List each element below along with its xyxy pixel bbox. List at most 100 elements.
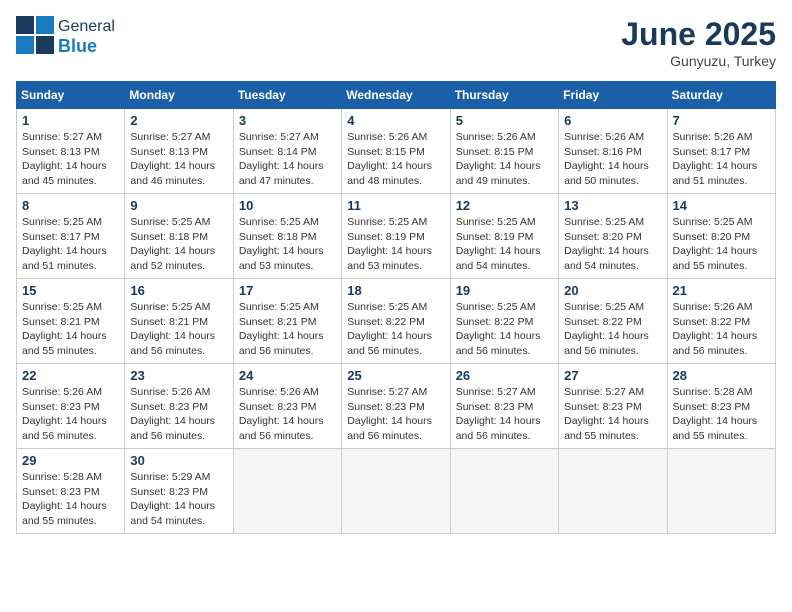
day-number-17: 17: [239, 283, 336, 298]
day-info-29: Sunrise: 5:28 AMSunset: 8:23 PMDaylight:…: [22, 470, 119, 529]
day-number-28: 28: [673, 368, 770, 383]
day-number-27: 27: [564, 368, 661, 383]
day-number-20: 20: [564, 283, 661, 298]
calendar-week-1: 1 Sunrise: 5:27 AMSunset: 8:13 PMDaylight…: [17, 109, 776, 194]
day-number-3: 3: [239, 113, 336, 128]
day-number-16: 16: [130, 283, 227, 298]
calendar-week-5: 29 Sunrise: 5:28 AMSunset: 8:23 PMDayligh…: [17, 449, 776, 534]
calendar-day-28: 28 Sunrise: 5:28 AMSunset: 8:23 PMDayligh…: [667, 364, 775, 449]
logo-icon: [16, 16, 54, 54]
calendar-day-27: 27 Sunrise: 5:27 AMSunset: 8:23 PMDayligh…: [559, 364, 667, 449]
day-number-18: 18: [347, 283, 444, 298]
day-info-9: Sunrise: 5:25 AMSunset: 8:18 PMDaylight:…: [130, 215, 227, 274]
calendar-day-13: 13 Sunrise: 5:25 AMSunset: 8:20 PMDayligh…: [559, 194, 667, 279]
calendar-table: Sunday Monday Tuesday Wednesday Thursday…: [16, 81, 776, 534]
calendar-day-22: 22 Sunrise: 5:26 AMSunset: 8:23 PMDayligh…: [17, 364, 125, 449]
calendar-week-4: 22 Sunrise: 5:26 AMSunset: 8:23 PMDayligh…: [17, 364, 776, 449]
day-number-11: 11: [347, 198, 444, 213]
day-info-30: Sunrise: 5:29 AMSunset: 8:23 PMDaylight:…: [130, 470, 227, 529]
logo-blue-text: Blue: [58, 36, 97, 56]
day-info-1: Sunrise: 5:27 AMSunset: 8:13 PMDaylight:…: [22, 130, 119, 189]
day-info-8: Sunrise: 5:25 AMSunset: 8:17 PMDaylight:…: [22, 215, 119, 274]
day-number-15: 15: [22, 283, 119, 298]
day-info-14: Sunrise: 5:25 AMSunset: 8:20 PMDaylight:…: [673, 215, 770, 274]
day-number-21: 21: [673, 283, 770, 298]
day-number-22: 22: [22, 368, 119, 383]
calendar-day-18: 18Sunrise: 5:25 AMSunset: 8:22 PMDayligh…: [342, 279, 450, 364]
day-number-7: 7: [673, 113, 770, 128]
calendar-day-8: 8Sunrise: 5:25 AMSunset: 8:17 PMDaylight…: [17, 194, 125, 279]
calendar-week-2: 8Sunrise: 5:25 AMSunset: 8:17 PMDaylight…: [17, 194, 776, 279]
day-number-14: 14: [673, 198, 770, 213]
day-number-9: 9: [130, 198, 227, 213]
day-info-24: Sunrise: 5:26 AMSunset: 8:23 PMDaylight:…: [239, 385, 336, 444]
calendar-day-6: 6 Sunrise: 5:26 AMSunset: 8:16 PMDaylight…: [559, 109, 667, 194]
calendar-empty-cell: [667, 449, 775, 534]
calendar-day-19: 19 Sunrise: 5:25 AMSunset: 8:22 PMDayligh…: [450, 279, 558, 364]
day-info-27: Sunrise: 5:27 AMSunset: 8:23 PMDaylight:…: [564, 385, 661, 444]
day-number-4: 4: [347, 113, 444, 128]
day-number-24: 24: [239, 368, 336, 383]
day-number-30: 30: [130, 453, 227, 468]
logo-general-text: General: [58, 18, 115, 35]
calendar-day-29: 29 Sunrise: 5:28 AMSunset: 8:23 PMDayligh…: [17, 449, 125, 534]
day-number-26: 26: [456, 368, 553, 383]
calendar-day-30: 30 Sunrise: 5:29 AMSunset: 8:23 PMDayligh…: [125, 449, 233, 534]
day-info-19: Sunrise: 5:25 AMSunset: 8:22 PMDaylight:…: [456, 300, 553, 359]
day-info-17: Sunrise: 5:25 AMSunset: 8:21 PMDaylight:…: [239, 300, 336, 359]
calendar-empty-cell: [342, 449, 450, 534]
day-info-5: Sunrise: 5:26 AMSunset: 8:15 PMDaylight:…: [456, 130, 553, 189]
calendar-day-11: 11 Sunrise: 5:25 AMSunset: 8:19 PMDayligh…: [342, 194, 450, 279]
day-info-16: Sunrise: 5:25 AMSunset: 8:21 PMDaylight:…: [130, 300, 227, 359]
day-info-13: Sunrise: 5:25 AMSunset: 8:20 PMDaylight:…: [564, 215, 661, 274]
day-info-25: Sunrise: 5:27 AMSunset: 8:23 PMDaylight:…: [347, 385, 444, 444]
day-number-19: 19: [456, 283, 553, 298]
day-info-6: Sunrise: 5:26 AMSunset: 8:16 PMDaylight:…: [564, 130, 661, 189]
day-info-22: Sunrise: 5:26 AMSunset: 8:23 PMDaylight:…: [22, 385, 119, 444]
header-saturday: Saturday: [667, 82, 775, 109]
day-info-11: Sunrise: 5:25 AMSunset: 8:19 PMDaylight:…: [347, 215, 444, 274]
day-info-20: Sunrise: 5:25 AMSunset: 8:22 PMDaylight:…: [564, 300, 661, 359]
calendar-week-3: 15 Sunrise: 5:25 AMSunset: 8:21 PMDayligh…: [17, 279, 776, 364]
calendar-day-20: 20 Sunrise: 5:25 AMSunset: 8:22 PMDayligh…: [559, 279, 667, 364]
title-block: June 2025 Gunyuzu, Turkey: [621, 16, 776, 69]
day-number-29: 29: [22, 453, 119, 468]
header-friday: Friday: [559, 82, 667, 109]
day-info-10: Sunrise: 5:25 AMSunset: 8:18 PMDaylight:…: [239, 215, 336, 274]
header-tuesday: Tuesday: [233, 82, 341, 109]
day-number-13: 13: [564, 198, 661, 213]
calendar-day-10: 10 Sunrise: 5:25 AMSunset: 8:18 PMDayligh…: [233, 194, 341, 279]
day-info-3: Sunrise: 5:27 AMSunset: 8:14 PMDaylight:…: [239, 130, 336, 189]
calendar-day-5: 5 Sunrise: 5:26 AMSunset: 8:15 PMDaylight…: [450, 109, 558, 194]
day-number-5: 5: [456, 113, 553, 128]
calendar-empty-cell: [450, 449, 558, 534]
day-info-23: Sunrise: 5:26 AMSunset: 8:23 PMDaylight:…: [130, 385, 227, 444]
day-info-12: Sunrise: 5:25 AMSunset: 8:19 PMDaylight:…: [456, 215, 553, 274]
calendar-day-3: 3 Sunrise: 5:27 AMSunset: 8:14 PMDaylight…: [233, 109, 341, 194]
day-info-15: Sunrise: 5:25 AMSunset: 8:21 PMDaylight:…: [22, 300, 119, 359]
location-subtitle: Gunyuzu, Turkey: [621, 53, 776, 69]
header-monday: Monday: [125, 82, 233, 109]
month-title: June 2025: [621, 16, 776, 53]
day-info-21: Sunrise: 5:26 AMSunset: 8:22 PMDaylight:…: [673, 300, 770, 359]
header-wednesday: Wednesday: [342, 82, 450, 109]
day-number-6: 6: [564, 113, 661, 128]
day-info-26: Sunrise: 5:27 AMSunset: 8:23 PMDaylight:…: [456, 385, 553, 444]
calendar-day-23: 23Sunrise: 5:26 AMSunset: 8:23 PMDayligh…: [125, 364, 233, 449]
day-info-28: Sunrise: 5:28 AMSunset: 8:23 PMDaylight:…: [673, 385, 770, 444]
calendar-day-25: 25Sunrise: 5:27 AMSunset: 8:23 PMDayligh…: [342, 364, 450, 449]
calendar-empty-cell: [233, 449, 341, 534]
calendar-day-12: 12 Sunrise: 5:25 AMSunset: 8:19 PMDayligh…: [450, 194, 558, 279]
day-info-7: Sunrise: 5:26 AMSunset: 8:17 PMDaylight:…: [673, 130, 770, 189]
calendar-day-24: 24 Sunrise: 5:26 AMSunset: 8:23 PMDayligh…: [233, 364, 341, 449]
header-sunday: Sunday: [17, 82, 125, 109]
day-number-12: 12: [456, 198, 553, 213]
logo: General Blue: [16, 16, 115, 59]
calendar-day-2: 2Sunrise: 5:27 AMSunset: 8:13 PMDaylight…: [125, 109, 233, 194]
calendar-day-16: 16 Sunrise: 5:25 AMSunset: 8:21 PMDayligh…: [125, 279, 233, 364]
weekday-header-row: Sunday Monday Tuesday Wednesday Thursday…: [17, 82, 776, 109]
calendar-day-21: 21 Sunrise: 5:26 AMSunset: 8:22 PMDayligh…: [667, 279, 775, 364]
day-number-10: 10: [239, 198, 336, 213]
calendar-day-4: 4Sunrise: 5:26 AMSunset: 8:15 PMDaylight…: [342, 109, 450, 194]
day-number-1: 1: [22, 113, 119, 128]
